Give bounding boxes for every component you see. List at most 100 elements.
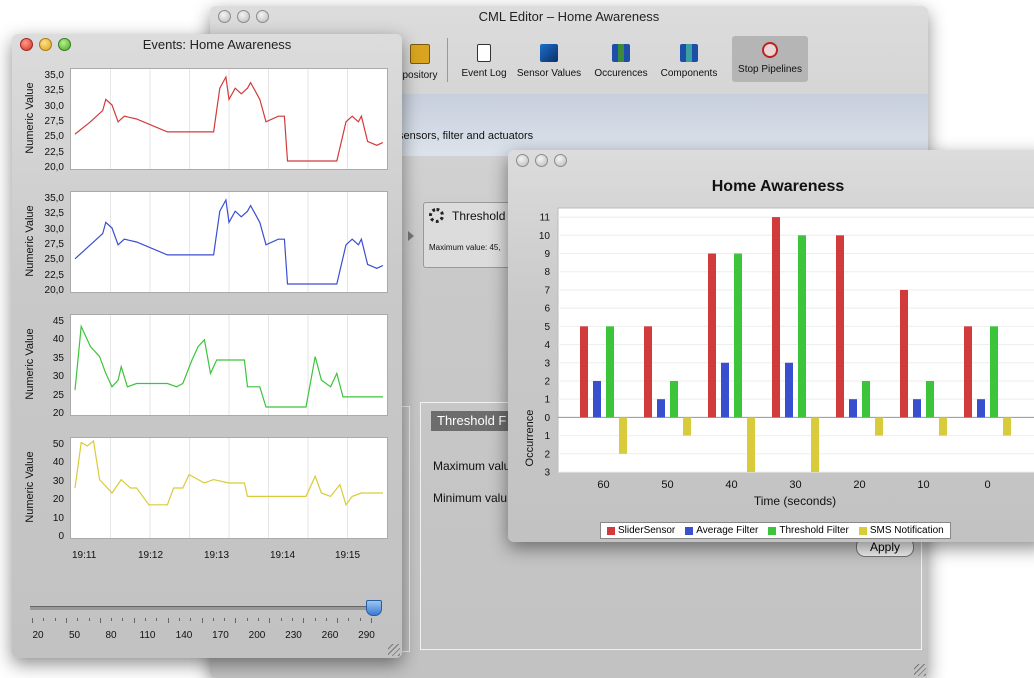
- chart-ytick: 0: [544, 413, 550, 424]
- plot-ytick: 50: [52, 439, 64, 450]
- components-label: Components: [660, 68, 718, 79]
- stop-pipelines-label: Stop Pipelines: [738, 64, 802, 75]
- chart-ytick: 2: [544, 376, 550, 387]
- slider-minor-tick: [325, 618, 327, 621]
- slider-tick-label: 290: [358, 630, 375, 641]
- maximum-value-label: Maximum valu: [433, 459, 511, 473]
- event-log-button[interactable]: Event Log: [456, 44, 512, 79]
- slider-track[interactable]: [30, 606, 380, 610]
- banner-text: sensors, filter and actuators: [398, 130, 534, 142]
- legend-label: SMS Notification: [869, 525, 944, 536]
- sensor-values-button[interactable]: Sensor Values: [513, 44, 585, 79]
- chart-ytick: 7: [544, 285, 550, 296]
- threshold-node[interactable]: Threshold Maximum value: 45,: [423, 202, 515, 268]
- chart-bar: [811, 417, 819, 472]
- document-icon: [477, 44, 491, 62]
- occurences-button[interactable]: Occurences: [588, 44, 654, 79]
- slider-tick-labels: 20 50 80 110 140 170 200 230 260 290: [12, 630, 402, 644]
- chart-ytick: 8: [544, 267, 550, 278]
- chart-xtick: 30: [789, 479, 801, 491]
- slider-minor-tick: [111, 618, 113, 621]
- slider-minor-tick: [303, 618, 305, 623]
- minimum-value-label: Minimum valu: [433, 491, 508, 505]
- time-tick: 19:13: [204, 550, 230, 561]
- slider-minor-tick: [65, 618, 67, 623]
- repository-icon: [410, 44, 430, 64]
- stop-pipelines-icon: [762, 42, 778, 58]
- slider-thumb[interactable]: [366, 600, 382, 616]
- slider-minor-tick: [235, 618, 237, 623]
- time-tick: 19:14: [270, 550, 296, 561]
- slider-minor-tick: [348, 618, 350, 621]
- chart-bar: [913, 399, 921, 418]
- chart-bar: [798, 235, 806, 418]
- plot-ytick: 25,0: [44, 131, 64, 143]
- threshold-node-label: Threshold: [452, 209, 506, 223]
- chart-bar: [862, 380, 870, 418]
- slider-tick-label: 140: [175, 630, 193, 641]
- chart-bar: [875, 417, 883, 436]
- events-titlebar: Events: Home Awareness: [12, 34, 402, 56]
- gear-icon: [429, 208, 444, 223]
- chart-bar: [593, 380, 601, 418]
- plot-ylabel: Numeric Value: [24, 451, 36, 523]
- chart-plot-area: [557, 207, 1034, 473]
- slider-minor-tick: [167, 618, 169, 623]
- chart-bar: [772, 217, 780, 418]
- plot-ytick: 25,0: [44, 254, 64, 266]
- slider-minor-tick: [77, 618, 79, 621]
- plot-ytick: 30: [52, 475, 64, 487]
- legend-swatch: [768, 526, 777, 535]
- plot-ytick: 20,0: [44, 162, 64, 173]
- plot-ytick: 35,0: [44, 70, 64, 81]
- chart-ytick: 11: [540, 213, 551, 224]
- sensor-values-icon: [540, 44, 558, 62]
- chart-bar: [619, 417, 627, 454]
- chart-bar: [747, 417, 755, 472]
- chart-bar: [900, 289, 908, 418]
- chart-bar: [721, 362, 729, 418]
- chart-bar: [836, 235, 844, 418]
- chart-bar: [939, 417, 947, 436]
- slider-minor-tick: [88, 618, 90, 621]
- components-button[interactable]: Components: [656, 44, 722, 79]
- chart-bar: [580, 326, 588, 418]
- chart-ytick: 6: [544, 304, 550, 315]
- slider-tick-label: 20: [32, 630, 44, 641]
- plot-ytick: 35: [52, 352, 64, 364]
- plot-ytick: 20: [52, 494, 64, 506]
- legend-swatch: [858, 526, 867, 535]
- slider-tick-label: 50: [68, 630, 81, 641]
- main-titlebar: CML Editor – Home Awareness: [210, 6, 928, 28]
- slider-minor-tick: [269, 618, 271, 623]
- slider-minor-tick: [54, 618, 56, 621]
- slider-minor-tick: [280, 618, 282, 621]
- repository-button[interactable]: pository: [395, 44, 445, 81]
- legend-item: Average Filter: [685, 525, 758, 536]
- slider-tick-label: 230: [285, 630, 302, 641]
- resize-grip-icon[interactable]: [914, 664, 926, 676]
- chart-ytick: 2: [544, 449, 550, 460]
- repository-label: pository: [402, 70, 438, 81]
- resize-grip-icon[interactable]: [388, 644, 400, 656]
- stop-pipelines-button[interactable]: Stop Pipelines: [732, 36, 808, 82]
- slider-minor-tick: [258, 618, 259, 621]
- chart-xtick: 20: [853, 479, 865, 491]
- slider-minor-tick: [43, 618, 45, 621]
- slider-tick-label: 80: [105, 630, 117, 641]
- plot-ytick: 40: [52, 457, 64, 469]
- chart-ytick: 4: [544, 340, 550, 351]
- chart-xtick: 40: [725, 479, 737, 491]
- slider-minor-tick: [122, 618, 124, 621]
- plot-ytick: 30,0: [44, 100, 64, 112]
- chart-bar: [1003, 417, 1011, 436]
- occurences-icon: [612, 44, 630, 62]
- chart-legend: SliderSensor Average Filter Threshold Filt…: [600, 522, 951, 539]
- legend-item: Threshold Filter: [768, 525, 849, 536]
- occurrence-bar-chart: 1110987654321012360 50 40 30 20 10 0: [539, 207, 1034, 491]
- slider-tick-label: 200: [248, 630, 266, 641]
- events-window: Events: Home Awareness Numeric Value 35,0…: [12, 34, 402, 658]
- plot-ytick: 20,0: [44, 285, 64, 296]
- event-log-label: Event Log: [461, 68, 507, 79]
- slider-minor-tick: [246, 618, 248, 621]
